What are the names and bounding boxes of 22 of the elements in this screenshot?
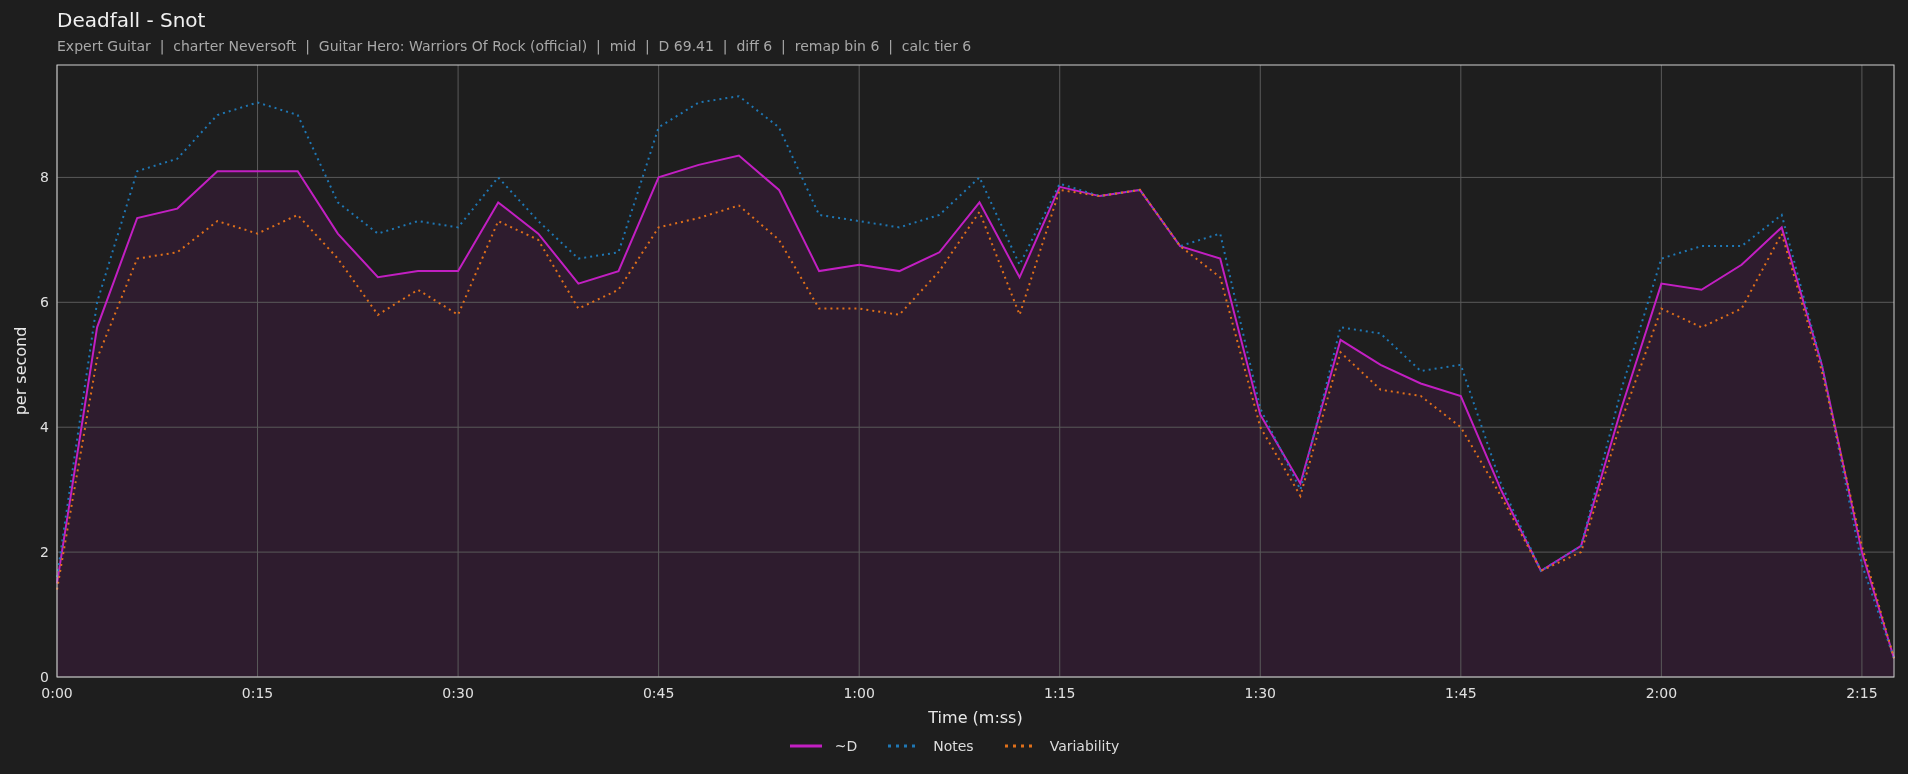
y-tick-label: 0: [40, 669, 49, 685]
x-tick-label: 1:30: [1244, 685, 1276, 701]
x-tick-label: 1:45: [1445, 685, 1477, 701]
x-tick-label: 1:15: [1044, 685, 1076, 701]
x-tick-label: 2:00: [1645, 685, 1678, 701]
x-tick-label: 0:15: [241, 685, 274, 701]
x-axis-label: Time (m:ss): [928, 708, 1023, 727]
legend-label: Variability: [1049, 738, 1120, 754]
legend-label: Notes: [933, 738, 974, 754]
chart-title: Deadfall - Snot: [57, 8, 207, 32]
y-tick-label: 6: [40, 294, 49, 311]
y-tick-label: 8: [40, 169, 49, 186]
x-tick-label: 1:00: [843, 685, 875, 701]
x-tick-label: 0:00: [41, 685, 73, 701]
y-tick-label: 4: [40, 419, 49, 436]
chart-subtitle: Expert Guitar | charter Neversoft | Guitar Hero: Warriors Of Rock (official) | mid | D 69.41 | diff 6 | remap bin 6 | calc tier 6: [57, 37, 973, 56]
legend-label: ~D: [834, 738, 858, 754]
y-axis-label: per second: [11, 326, 30, 416]
x-tick-label: 0:30: [442, 685, 474, 701]
x-tick-label: 2:15: [1846, 685, 1878, 701]
x-tick-label: 0:45: [642, 685, 675, 701]
y-tick-label: 2: [40, 544, 49, 561]
